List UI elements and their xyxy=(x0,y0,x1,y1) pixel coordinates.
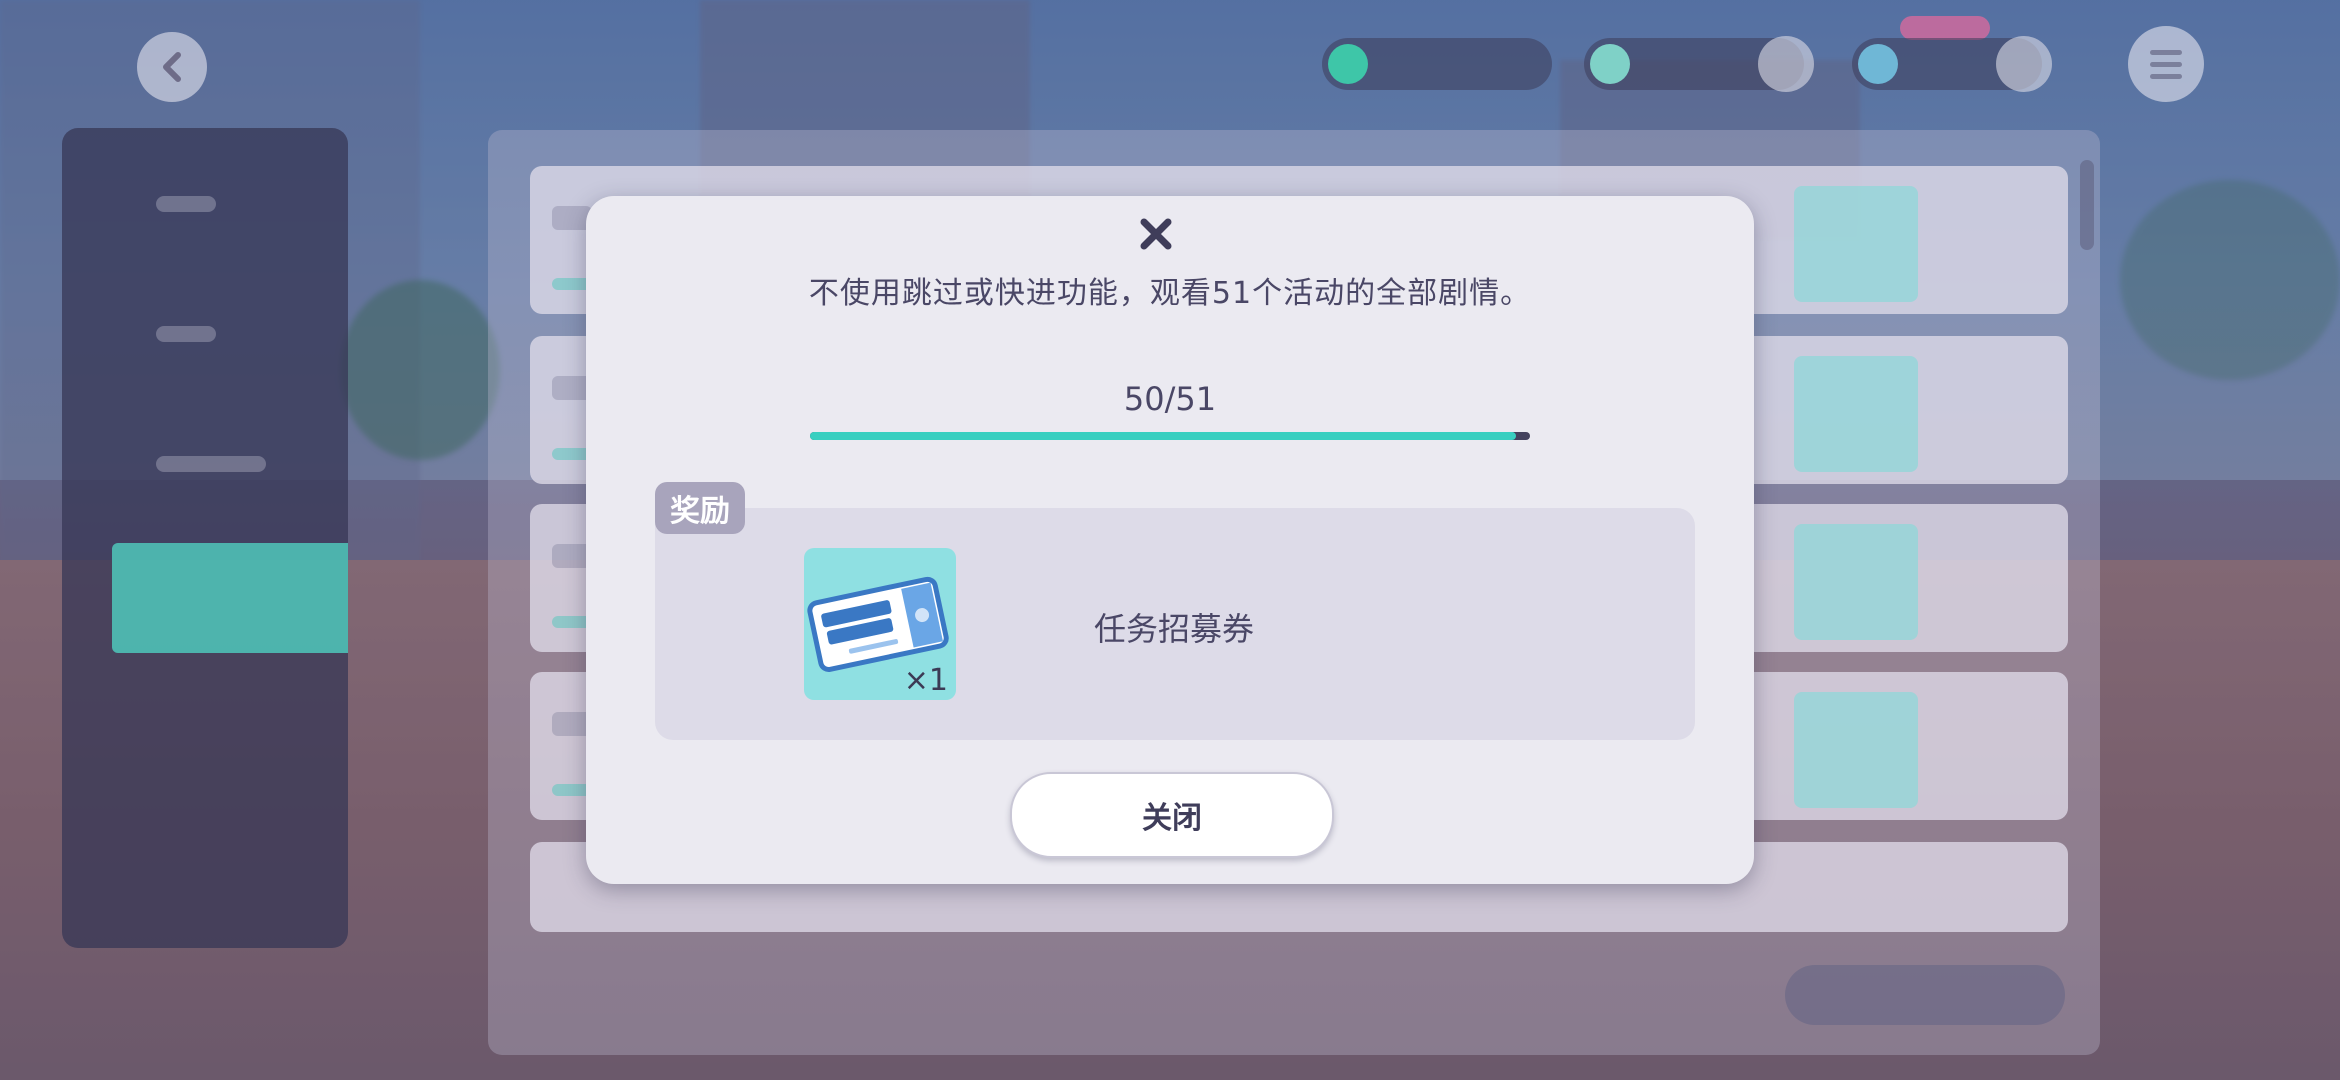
reward-label: 奖励 xyxy=(655,482,745,534)
ticket-icon xyxy=(1794,524,1918,640)
reward-item-name: 任务招募券 xyxy=(1094,610,1255,648)
progress-text: 50/51 xyxy=(1123,380,1217,418)
sale-badge xyxy=(1900,16,1990,40)
currency-counter-3 xyxy=(1852,36,2052,92)
claim-all-button[interactable] xyxy=(1785,965,2065,1025)
back-arrow-icon xyxy=(163,52,181,82)
ticket-icon xyxy=(1794,692,1918,808)
menu-button[interactable] xyxy=(2128,26,2204,102)
back-button[interactable] xyxy=(137,32,207,102)
currency-counter-1 xyxy=(1322,38,1552,90)
ticket-icon xyxy=(1794,356,1918,472)
side-menu-item[interactable] xyxy=(112,418,348,508)
progress-bar-fill xyxy=(810,432,1516,440)
mission-description: 不使用跳过或快进功能，观看51个活动的全部剧情。 xyxy=(808,276,1532,311)
ticket-icon xyxy=(1794,186,1918,302)
close-icon[interactable] xyxy=(1132,210,1180,258)
close-button[interactable]: 关闭 xyxy=(1010,772,1334,858)
currency-counter-2 xyxy=(1584,36,1814,92)
progress-bar xyxy=(810,432,1530,440)
add-currency-button[interactable] xyxy=(1758,36,1814,92)
side-menu xyxy=(62,128,348,948)
reward-quantity: ×1 xyxy=(903,663,948,698)
crystal-icon xyxy=(1858,44,1898,84)
gem-icon xyxy=(1590,44,1630,84)
hamburger-menu-icon xyxy=(2150,50,2182,55)
side-menu-item[interactable] xyxy=(112,158,348,248)
currency-icon xyxy=(1328,44,1368,84)
side-menu-item[interactable] xyxy=(112,288,348,378)
add-currency-button[interactable] xyxy=(1996,36,2052,92)
reward-item-tile[interactable]: ×1 xyxy=(804,548,956,700)
scrollbar[interactable] xyxy=(2080,160,2094,250)
side-menu-item-active[interactable] xyxy=(112,543,348,653)
